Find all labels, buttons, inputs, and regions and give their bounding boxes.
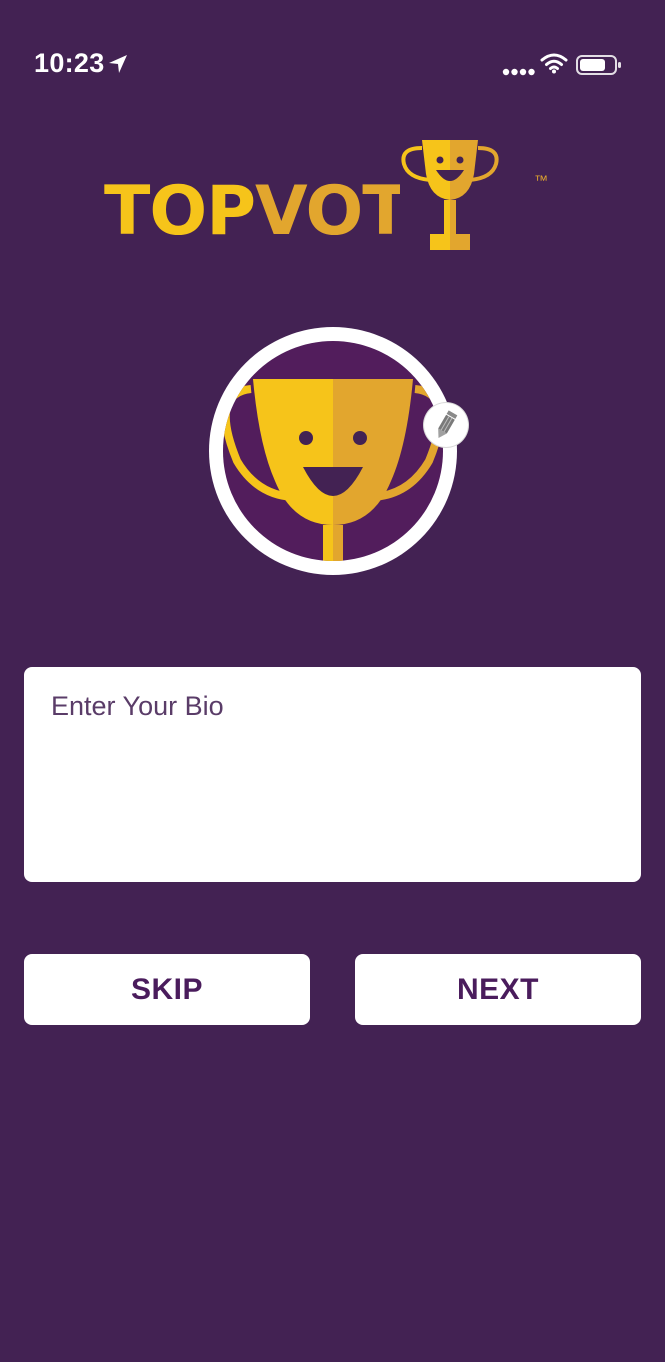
cellular-signal-icon bbox=[502, 68, 535, 76]
location-arrow-icon bbox=[109, 55, 127, 73]
edit-avatar-button[interactable] bbox=[424, 403, 468, 447]
status-bar: 10:23 bbox=[0, 0, 665, 110]
status-time: 10:23 bbox=[34, 48, 105, 78]
battery-icon bbox=[576, 55, 621, 75]
trophy-mascot-icon bbox=[223, 341, 443, 561]
pencil-icon bbox=[438, 410, 458, 438]
next-button[interactable]: NEXT bbox=[355, 954, 641, 1025]
profile-avatar[interactable] bbox=[209, 327, 457, 575]
trophy-icon bbox=[400, 134, 500, 256]
wifi-icon bbox=[540, 53, 568, 74]
topvote-logo: TOPVOTE ™ bbox=[104, 134, 564, 266]
trademark-symbol: ™ bbox=[534, 172, 548, 188]
skip-button[interactable]: SKIP bbox=[24, 954, 310, 1025]
logo-text-top: TOP bbox=[104, 172, 256, 251]
bio-input[interactable] bbox=[24, 667, 641, 882]
